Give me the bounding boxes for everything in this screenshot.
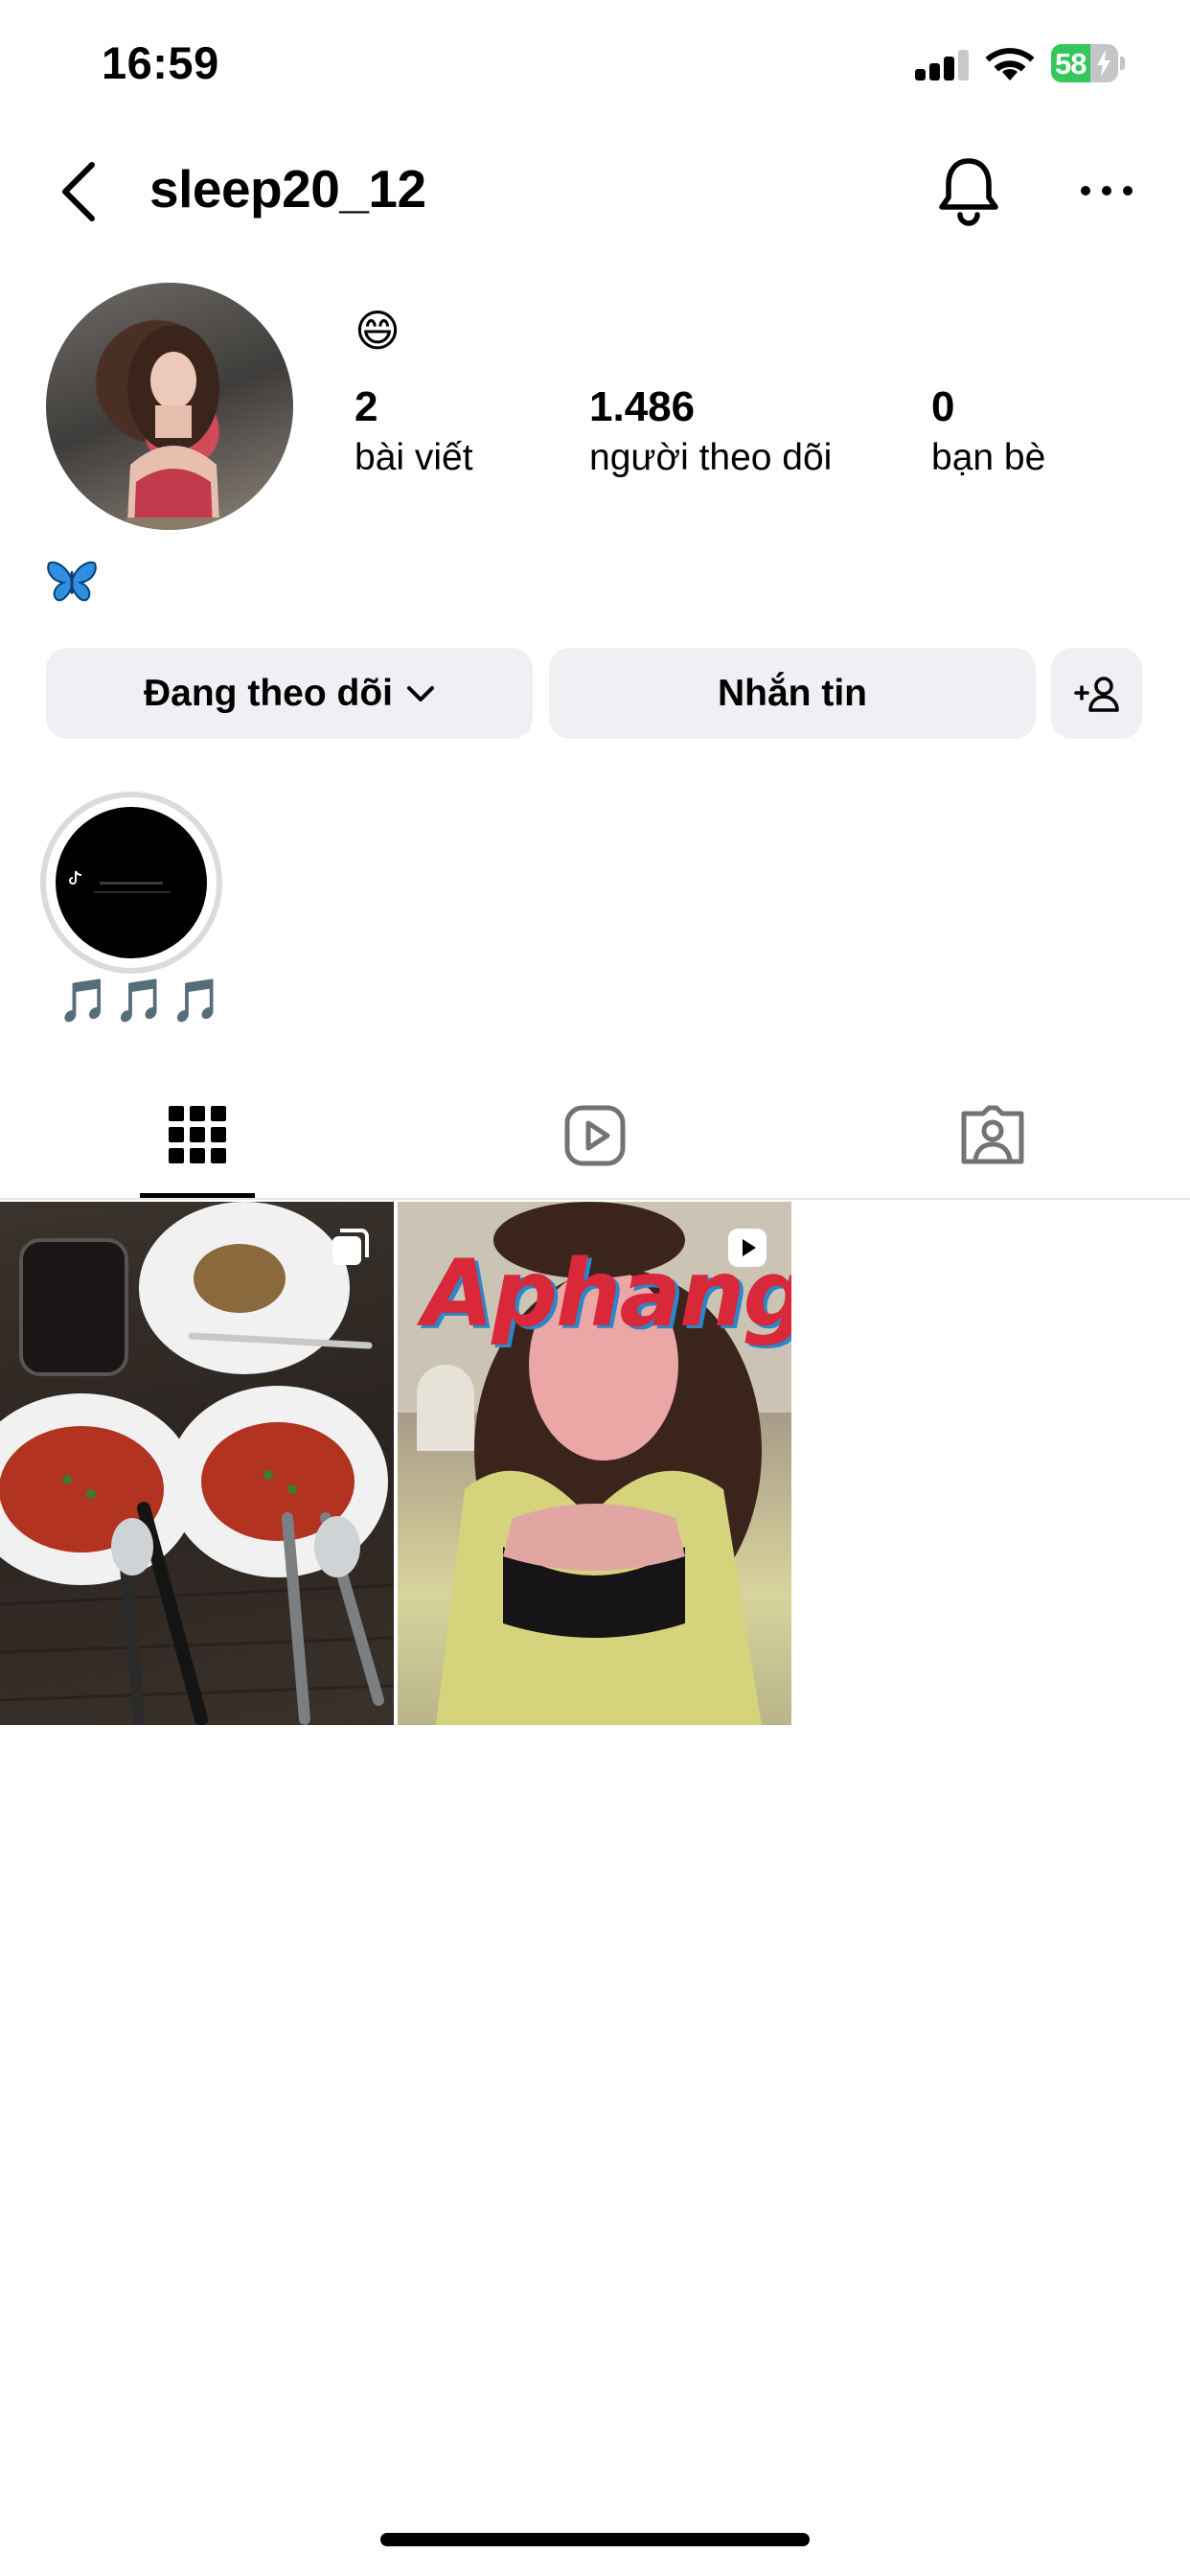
highlight-cover — [56, 807, 207, 958]
bio-emoji: 😄 — [355, 305, 400, 356]
stat-friends[interactable]: 0 bạn bè — [931, 383, 1045, 479]
followers-count: 1.486 — [589, 383, 696, 430]
home-indicator — [380, 2533, 810, 2546]
followers-label: người theo dõi — [589, 437, 833, 478]
battery-percent: 58 — [1055, 47, 1087, 80]
tagged-icon — [961, 1105, 1024, 1164]
stat-posts[interactable]: 2 bài viết — [355, 383, 473, 479]
post-thumbnail[interactable] — [0, 1202, 394, 1725]
more-options-button[interactable] — [1077, 169, 1136, 213]
active-tab-indicator — [140, 1193, 255, 1198]
butterfly-icon — [47, 561, 97, 602]
charging-bolt-icon — [1097, 50, 1110, 77]
posts-count: 2 — [355, 383, 378, 430]
chevron-left-icon — [62, 162, 95, 221]
message-button[interactable]: Nhắn tin — [549, 648, 1036, 739]
status-time: 16:59 — [102, 37, 219, 88]
back-button[interactable] — [54, 159, 107, 224]
chevron-down-icon — [406, 685, 434, 702]
reel-play-icon — [728, 1229, 767, 1267]
post-photo — [0, 1202, 394, 1725]
notifications-button[interactable] — [934, 155, 1003, 228]
tab-tagged[interactable] — [793, 1064, 1190, 1200]
avatar-photo — [126, 325, 220, 530]
friends-label: bạn bè — [931, 437, 1046, 478]
more-horizontal-icon — [1081, 186, 1133, 196]
battery-icon: 58 — [1051, 44, 1125, 82]
story-highlight[interactable] — [40, 792, 222, 974]
message-button-label: Nhắn tin — [718, 672, 867, 714]
tab-posts-grid[interactable] — [0, 1064, 397, 1200]
carousel-icon — [332, 1229, 369, 1265]
highlight-label: 🎵🎵🎵 — [57, 977, 227, 1025]
stat-followers[interactable]: 1.486 người theo dõi — [589, 383, 832, 479]
grid-icon — [169, 1106, 226, 1163]
posts-label: bài viết — [355, 437, 473, 478]
post-thumbnail[interactable]: Aphang — [398, 1202, 791, 1725]
profile-tabs — [0, 1064, 1190, 1200]
tiktok-logo-icon — [69, 870, 82, 885]
reels-icon — [564, 1105, 626, 1166]
tab-reels[interactable] — [397, 1064, 793, 1200]
profile-header: sleep20_12 — [0, 144, 1190, 240]
profile-avatar[interactable] — [46, 283, 293, 530]
following-button[interactable]: Đang theo dõi — [46, 648, 533, 739]
profile-username: sleep20_12 — [149, 159, 426, 218]
following-button-label: Đang theo dõi — [144, 672, 393, 714]
wifi-icon — [985, 48, 1035, 80]
add-person-icon — [1073, 676, 1119, 712]
add-friend-button[interactable] — [1051, 648, 1142, 739]
status-bar: 16:59 58 — [0, 0, 1190, 128]
cellular-signal-icon — [915, 50, 969, 80]
friends-count: 0 — [931, 383, 955, 430]
bell-icon — [939, 158, 998, 226]
